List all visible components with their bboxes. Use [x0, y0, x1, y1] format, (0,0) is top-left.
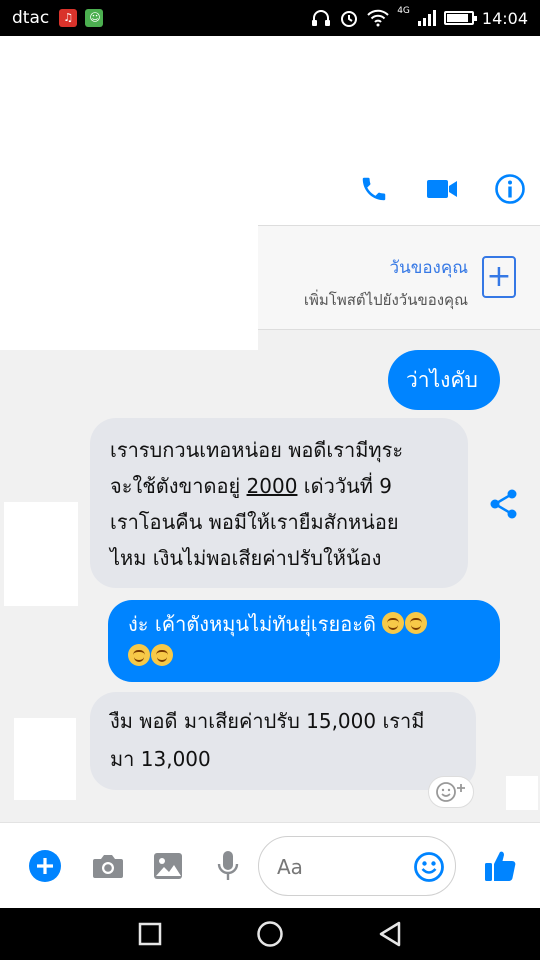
- status-bar: dtac ♫ ☺ 4G 14:04: [0, 0, 540, 36]
- headphones-icon: [312, 10, 331, 26]
- camera-icon[interactable]: [91, 849, 125, 883]
- reaction-smiley-icon: [436, 782, 465, 802]
- message-line: เรารบกวนเทอหน่อย พอดีเรามีทุระ: [110, 438, 404, 462]
- message-bubble-outgoing[interactable]: ว่าไงคับ: [388, 350, 500, 410]
- amount-link[interactable]: 2000: [247, 474, 298, 498]
- message-input-wrapper: [258, 836, 456, 896]
- your-day-card[interactable]: วันของคุณ เพิ่มโพสต์ไปยังวันของคุณ +: [258, 226, 540, 330]
- microphone-icon[interactable]: [211, 849, 245, 883]
- message-input[interactable]: [277, 853, 407, 881]
- wifi-icon: [367, 9, 389, 27]
- music-app-icon: ♫: [59, 9, 78, 27]
- message-line: เราโอนคืน พอมีให้เรายืมสักหน่อย: [110, 510, 399, 534]
- carrier-name: dtac: [12, 8, 50, 28]
- add-reaction-button[interactable]: [428, 776, 474, 808]
- chat-app-icon: ☺: [85, 9, 104, 27]
- recent-apps-icon[interactable]: [135, 919, 165, 949]
- status-time: 14:04: [481, 8, 528, 28]
- network-type: 4G: [397, 6, 410, 16]
- thumbs-up-icon[interactable]: [480, 849, 520, 883]
- add-icon[interactable]: [28, 849, 62, 883]
- redacted-avatar: [14, 718, 76, 800]
- header-actions: [358, 173, 526, 205]
- message-text: ว่าไงคับ: [406, 368, 478, 392]
- phone-icon[interactable]: [358, 173, 390, 205]
- message-line: [128, 640, 480, 672]
- share-icon[interactable]: [488, 488, 520, 520]
- message-bubble-outgoing[interactable]: ง่ะ เค้าตังหมุนไม่ทันยุ่เรยอะดิ: [108, 600, 500, 682]
- message-line: ง่ะ เค้าตังหมุนไม่ทันยุ่เรยอะดิ: [128, 608, 480, 640]
- battery-icon: [443, 11, 477, 25]
- home-icon[interactable]: [255, 919, 285, 949]
- video-call-icon[interactable]: [426, 173, 458, 205]
- message-composer: [0, 822, 540, 908]
- redacted-avatar: [4, 502, 78, 606]
- message-line: งืม พอดี มาเสียค่าปรับ 15,000 เรามี: [110, 709, 425, 733]
- your-day-title: วันของคุณ: [389, 258, 468, 278]
- info-icon[interactable]: [494, 173, 526, 205]
- message-bubble-incoming[interactable]: งืม พอดี มาเสียค่าปรับ 15,000 เรามี มา 1…: [90, 692, 476, 790]
- message-line: ไหม เงินไม่พอเสียค่าปรับให้น้อง: [110, 546, 382, 570]
- laughing-emoji-icon: [151, 644, 173, 666]
- android-nav-bar: [0, 908, 540, 960]
- redacted-profile-area: [0, 36, 258, 350]
- message-line: มา 13,000: [110, 747, 211, 771]
- add-to-day-button[interactable]: +: [482, 256, 516, 298]
- alarm-icon: [341, 11, 358, 27]
- laughing-emoji-icon: [128, 644, 150, 666]
- message-line: จะใช้ตังขาดอยู่ 2000 เด่ววันที่ 9: [110, 474, 393, 498]
- back-icon[interactable]: [375, 919, 405, 949]
- gallery-icon[interactable]: [151, 849, 185, 883]
- message-bubble-incoming[interactable]: เรารบกวนเทอหน่อย พอดีเรามีทุระ จะใช้ตังข…: [90, 418, 468, 588]
- redacted-mark: [506, 776, 538, 810]
- emoji-icon[interactable]: [413, 851, 445, 883]
- laughing-emoji-icon: [405, 612, 428, 634]
- laughing-emoji-icon: [382, 612, 405, 634]
- signal-icon: [417, 10, 436, 26]
- your-day-subtitle: เพิ่มโพสต์ไปยังวันของคุณ: [303, 291, 468, 309]
